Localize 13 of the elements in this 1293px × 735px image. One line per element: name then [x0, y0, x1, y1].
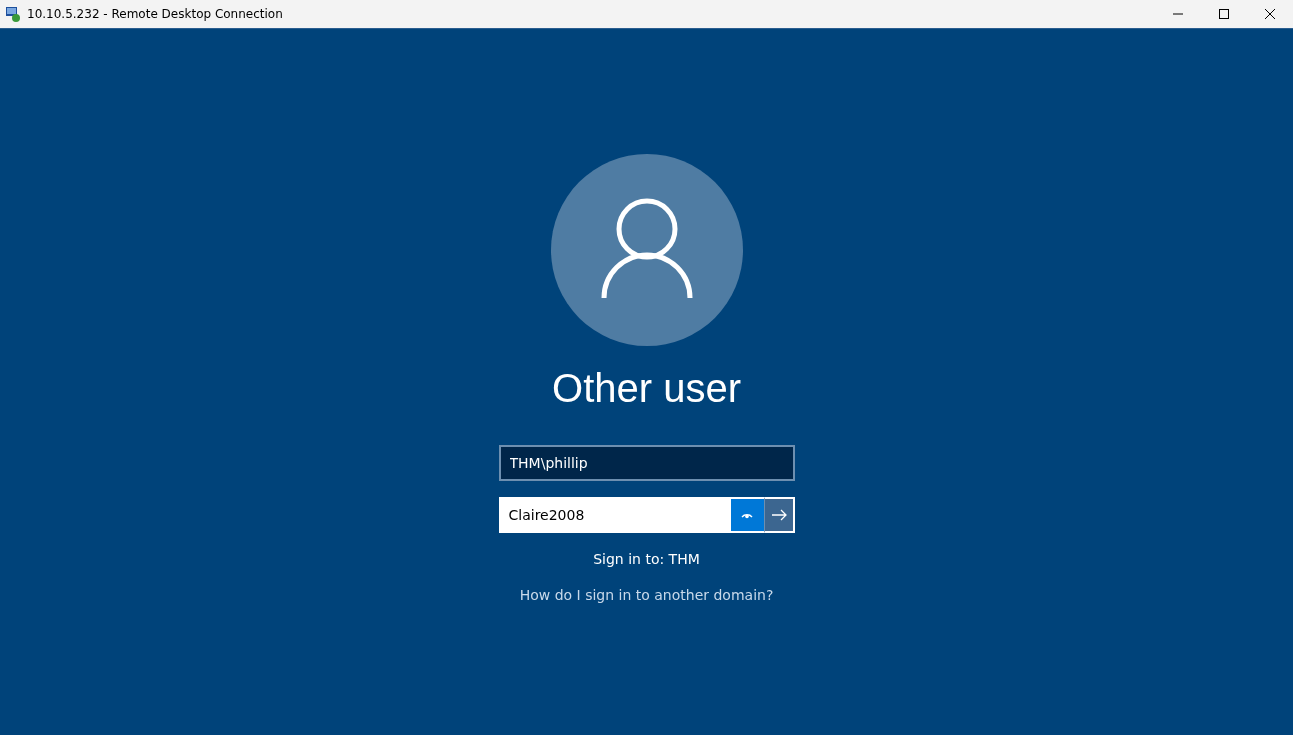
reveal-password-button[interactable]	[730, 497, 764, 533]
username-field[interactable]: THM\phillip	[498, 445, 795, 481]
other-domain-link[interactable]: How do I sign in to another domain?	[519, 587, 774, 603]
user-name: Other user	[552, 366, 741, 411]
eye-icon	[741, 511, 753, 519]
window-title: 10.10.5.232 - Remote Desktop Connection	[27, 7, 284, 21]
submit-button[interactable]	[763, 497, 795, 533]
maximize-icon	[1219, 9, 1229, 19]
sign-in-domain-text: Sign in to: THM	[593, 551, 700, 567]
close-icon	[1265, 9, 1275, 19]
arrow-icon	[770, 509, 787, 521]
password-field[interactable]: Claire2008	[498, 497, 731, 533]
remote-desktop-icon	[5, 6, 21, 22]
